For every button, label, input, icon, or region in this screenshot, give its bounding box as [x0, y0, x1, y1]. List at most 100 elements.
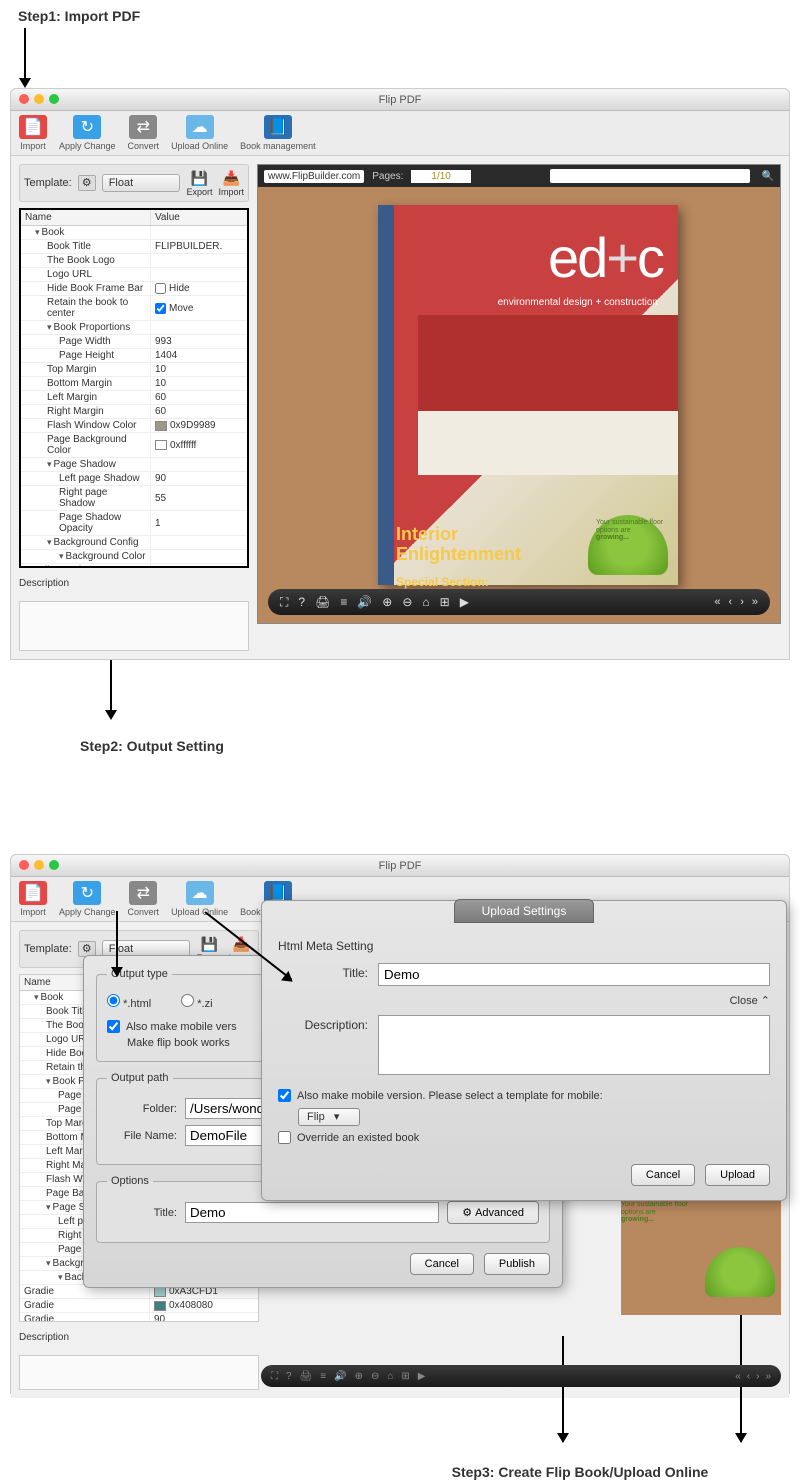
zoom-in-icon[interactable]: ⊕ — [382, 595, 392, 609]
titlebar-2: Flip PDF — [11, 855, 789, 877]
bookmark-icon[interactable]: ≡ — [340, 595, 347, 609]
sound-icon[interactable]: 🔊 — [357, 595, 372, 609]
print-icon[interactable]: 🖨 — [315, 595, 330, 609]
book-icon: 📘 — [264, 115, 292, 139]
maximize-dot[interactable] — [49, 94, 59, 104]
upload-online-button[interactable]: ☁Upload Online — [171, 881, 228, 917]
property-row[interactable]: Left Margin60 — [21, 391, 247, 405]
magazine-feature: Interior Enlightenment Special Section: … — [396, 525, 521, 565]
convert-button[interactable]: ⇄Convert — [128, 881, 160, 917]
last-page-icon[interactable]: » — [765, 1371, 771, 1382]
magazine-cover[interactable]: ed+c environmental design + construction… — [378, 205, 678, 585]
sound-icon[interactable]: 🔊 — [334, 1371, 346, 1382]
search-input[interactable] — [550, 169, 750, 183]
page-number[interactable]: 1/10 — [411, 170, 470, 183]
description-label: Description — [19, 1332, 259, 1343]
filename-label: File Name: — [107, 1130, 177, 1142]
play-icon[interactable]: ▶ — [460, 595, 469, 609]
advanced-button[interactable]: ⚙Advanced — [447, 1201, 539, 1224]
description-box[interactable] — [19, 1355, 259, 1390]
property-row[interactable]: Book TitleFLIPBUILDER. — [21, 240, 247, 254]
prev-page-icon[interactable]: ‹ — [729, 596, 733, 608]
fullscreen-icon[interactable]: ⛶ — [280, 595, 288, 610]
upload-online-button[interactable]: ☁Upload Online — [171, 115, 228, 151]
minimize-dot[interactable] — [34, 94, 44, 104]
property-row[interactable]: Background Config — [21, 536, 247, 550]
close-link[interactable]: Close ⌃ — [278, 994, 770, 1007]
next-page-icon[interactable]: › — [740, 596, 744, 608]
fullscreen-icon[interactable]: ⛶ — [271, 1371, 278, 1382]
book-management-button[interactable]: 📘Book management — [240, 115, 316, 151]
gear-icon[interactable]: ⚙ — [78, 175, 96, 191]
property-row[interactable]: Left page Shadow90 — [21, 472, 247, 486]
import-button[interactable]: 📄Import — [19, 115, 47, 151]
last-page-icon[interactable]: » — [752, 596, 758, 608]
apply-change-button[interactable]: ↻Apply Change — [59, 881, 116, 917]
help-icon[interactable]: ? — [286, 1371, 292, 1382]
export-button[interactable]: 💾Export — [186, 169, 212, 197]
zoom-out-icon[interactable]: ⊖ — [371, 1371, 379, 1382]
prev-page-icon[interactable]: ‹ — [747, 1371, 750, 1382]
zip-radio[interactable]: *.zi — [181, 994, 212, 1010]
publish-button[interactable]: Publish — [484, 1253, 550, 1275]
property-row[interactable]: Page Shadow — [21, 458, 247, 472]
property-row[interactable]: Gradie90 — [20, 1313, 258, 1321]
play-icon[interactable]: ▶ — [418, 1371, 426, 1382]
upload-title-input[interactable] — [378, 963, 770, 986]
property-row[interactable]: Retain the book to centerMove — [21, 296, 247, 321]
title-input[interactable] — [185, 1202, 439, 1223]
property-row[interactable]: Hide Book Frame BarHide — [21, 282, 247, 296]
zoom-out-icon[interactable]: ⊖ — [402, 595, 412, 609]
first-page-icon[interactable]: « — [735, 1371, 741, 1382]
property-row[interactable]: Book Proportions — [21, 321, 247, 335]
override-checkbox[interactable]: Override an existed book — [278, 1131, 770, 1144]
next-page-icon[interactable]: › — [756, 1371, 759, 1382]
import-button[interactable]: 📄Import — [19, 881, 47, 917]
property-row[interactable]: Page Height1404 — [21, 349, 247, 363]
template-float-button[interactable]: Float — [102, 174, 181, 192]
help-icon[interactable]: ? — [298, 595, 305, 609]
template-select[interactable]: Flip ▾ — [298, 1108, 360, 1126]
zoom-in-icon[interactable]: ⊕ — [355, 1371, 363, 1382]
first-page-icon[interactable]: « — [714, 596, 720, 608]
description-box[interactable] — [19, 601, 249, 651]
property-row[interactable]: Logo URL — [21, 268, 247, 282]
property-row[interactable]: Page Width993 — [21, 335, 247, 349]
property-row[interactable]: The Book Logo — [21, 254, 247, 268]
property-row[interactable]: Background Color — [21, 550, 247, 564]
apply-change-button[interactable]: ↻Apply Change — [59, 115, 116, 151]
property-row[interactable]: Flash Window Color0x9D9989 — [21, 419, 247, 433]
property-row[interactable]: Page Background Color0xffffff — [21, 433, 247, 458]
close-dot[interactable] — [19, 94, 29, 104]
convert-button[interactable]: ⇄Convert — [128, 115, 160, 151]
minimize-dot[interactable] — [34, 860, 44, 870]
window-controls-2[interactable] — [19, 860, 59, 870]
property-row[interactable]: Gradie0x408080 — [20, 1299, 258, 1313]
import-template-button[interactable]: 📥Import — [218, 169, 244, 197]
property-row[interactable]: Page Shadow Opacity1 — [21, 511, 247, 536]
home-icon[interactable]: ⌂ — [387, 1371, 393, 1382]
cancel-button[interactable]: Cancel — [410, 1253, 474, 1275]
property-row[interactable]: Top Margin10 — [21, 363, 247, 377]
thumbnails-icon[interactable]: ⊞ — [440, 595, 450, 609]
template-bar: Template: ⚙ Float 💾Export 📥Import — [19, 164, 249, 202]
search-icon[interactable]: 🔍 — [762, 171, 774, 182]
bookmark-icon[interactable]: ≡ — [320, 1371, 326, 1382]
upload-button[interactable]: Upload — [705, 1164, 770, 1186]
maximize-dot[interactable] — [49, 860, 59, 870]
window-controls[interactable] — [19, 94, 59, 104]
property-row[interactable]: Book — [21, 226, 247, 240]
print-icon[interactable]: 🖨 — [300, 1371, 313, 1382]
property-row[interactable]: Gradient Color A0xA3CFD1 — [21, 564, 247, 566]
html-radio[interactable]: *.html — [107, 994, 151, 1010]
thumbnails-icon[interactable]: ⊞ — [401, 1371, 409, 1382]
property-row[interactable]: Right Margin60 — [21, 405, 247, 419]
upload-mobile-checkbox[interactable]: Also make mobile version. Please select … — [278, 1089, 770, 1102]
close-dot[interactable] — [19, 860, 29, 870]
property-row[interactable]: Right page Shadow55 — [21, 486, 247, 511]
home-icon[interactable]: ⌂ — [422, 595, 429, 609]
properties-body[interactable]: BookBook TitleFLIPBUILDER.The Book LogoL… — [21, 226, 247, 566]
upload-desc-input[interactable] — [378, 1015, 770, 1075]
property-row[interactable]: Bottom Margin10 — [21, 377, 247, 391]
upload-cancel-button[interactable]: Cancel — [631, 1164, 695, 1186]
